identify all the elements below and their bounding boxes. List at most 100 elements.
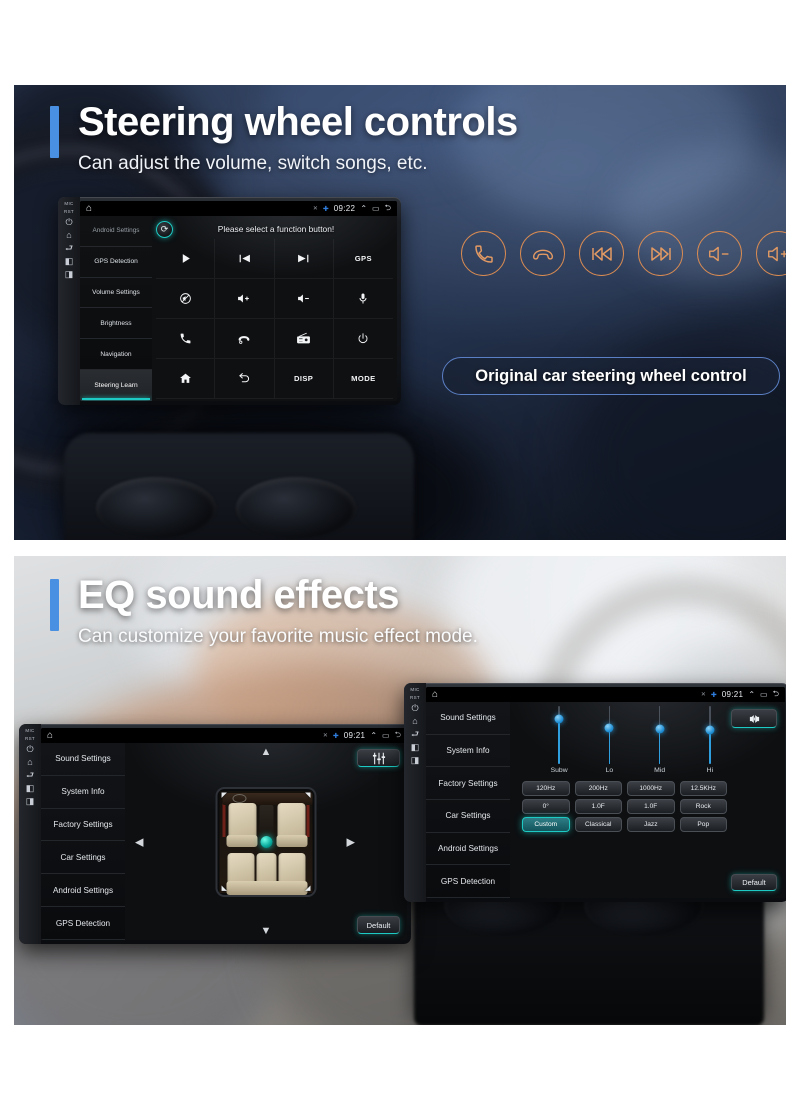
- next-button[interactable]: [274, 239, 334, 279]
- sidebar-item-car-settings[interactable]: Car Settings: [426, 800, 510, 833]
- mute-button[interactable]: [156, 279, 216, 319]
- back-icon[interactable]: ⮌: [395, 729, 401, 743]
- slider-track[interactable]: [655, 706, 665, 764]
- settings-sidebar[interactable]: Sound Settings System Info Factory Setti…: [426, 702, 510, 898]
- sidebar-item-sound-settings[interactable]: Sound Settings: [41, 743, 125, 776]
- home-icon[interactable]: ⌂: [47, 730, 53, 741]
- sidebar-item-navigation[interactable]: Navigation: [80, 339, 152, 371]
- head-unit-side-buttons[interactable]: MIC RST ⏻ ⌂ ⮐ ◧ ◨: [19, 724, 41, 944]
- power-icon[interactable]: ⏻: [65, 218, 72, 227]
- recents-icon[interactable]: ▭: [372, 204, 380, 213]
- balance-left-arrow[interactable]: ◀: [135, 835, 143, 848]
- phase-button[interactable]: 0°: [522, 799, 570, 814]
- radio-button[interactable]: [274, 319, 334, 359]
- hangup-button[interactable]: [215, 319, 275, 359]
- preset-button-pop[interactable]: Pop: [679, 817, 727, 832]
- balance-up-arrow[interactable]: ▲: [261, 746, 272, 758]
- sidebar-item-system-info[interactable]: System Info: [426, 735, 510, 768]
- sidebar-item-gps-detection[interactable]: GPS Detection: [41, 907, 125, 940]
- balance-down-arrow[interactable]: ▼: [261, 925, 272, 937]
- settings-sidebar[interactable]: Android Settings GPS Detection Volume Se…: [80, 216, 152, 401]
- reset-label[interactable]: RST: [410, 695, 420, 700]
- freq-button-hi[interactable]: 12.5KHz: [679, 781, 727, 796]
- slider-knob[interactable]: [655, 724, 665, 734]
- sidebar-item-factory-settings[interactable]: Factory Settings: [426, 767, 510, 801]
- preset-button-rock[interactable]: Rock: [679, 799, 727, 814]
- cabin-seat-diagram[interactable]: ◤ ◥ ◣ ◢: [215, 786, 317, 897]
- back-icon[interactable]: ⮌: [773, 688, 779, 702]
- slider-subw[interactable]: Subw: [534, 706, 584, 778]
- sidebar-item-android-settings[interactable]: Android Settings: [426, 833, 510, 866]
- volume-down-icon[interactable]: ◨: [65, 270, 74, 279]
- slider-knob[interactable]: [604, 723, 614, 733]
- refresh-icon[interactable]: ⟳: [156, 220, 173, 238]
- volume-down-button[interactable]: [274, 279, 334, 319]
- freq-button-lo[interactable]: 200Hz: [574, 781, 622, 796]
- balance-position-marker[interactable]: [260, 835, 272, 848]
- slider-knob[interactable]: [554, 714, 564, 724]
- back-icon[interactable]: ⮐: [65, 244, 73, 253]
- volume-up-icon[interactable]: ◧: [411, 743, 420, 752]
- head-unit-side-buttons[interactable]: MIC RST ⏻ ⌂ ⮐ ◧ ◨: [404, 683, 426, 902]
- sidebar-item-system-info[interactable]: System Info: [41, 776, 125, 809]
- preset-button-jazz[interactable]: Jazz: [627, 817, 675, 832]
- slider-track[interactable]: [604, 706, 614, 764]
- default-button[interactable]: Default: [357, 916, 400, 934]
- volume-up-icon[interactable]: ◧: [65, 257, 74, 266]
- sidebar-item-android-settings[interactable]: Android Settings: [80, 216, 152, 247]
- back-icon[interactable]: ⮐: [411, 730, 419, 739]
- home-icon[interactable]: ⌂: [86, 203, 92, 214]
- sidebar-item-android-settings[interactable]: Android Settings: [41, 874, 125, 908]
- settings-sidebar[interactable]: Sound Settings System Info Factory Setti…: [41, 743, 125, 940]
- slider-track[interactable]: [554, 706, 564, 764]
- sidebar-item-gps-detection[interactable]: GPS Detection: [426, 865, 510, 898]
- recents-icon[interactable]: ▭: [760, 690, 768, 699]
- play-button[interactable]: [156, 239, 216, 279]
- chevron-up-icon[interactable]: ⌃: [360, 204, 367, 213]
- sidebar-item-sound-settings[interactable]: Sound Settings: [426, 702, 510, 735]
- volume-down-icon[interactable]: ◨: [411, 756, 420, 765]
- volume-down-icon[interactable]: ◨: [26, 797, 35, 806]
- volume-up-icon[interactable]: ◧: [26, 784, 35, 793]
- q-factor-button-mid[interactable]: 1.0F: [627, 799, 675, 814]
- freq-button-mid[interactable]: 1000Hz: [627, 781, 675, 796]
- home-icon[interactable]: ⌂: [66, 231, 71, 240]
- slider-knob[interactable]: [705, 725, 715, 735]
- home-button[interactable]: [156, 359, 216, 399]
- power-icon[interactable]: ⏻: [26, 745, 33, 754]
- home-icon[interactable]: ⌂: [432, 689, 438, 700]
- sidebar-item-volume-settings[interactable]: Volume Settings: [80, 278, 152, 309]
- sidebar-item-steering-learn[interactable]: Steering Learn: [80, 370, 152, 401]
- equalizer-icon[interactable]: [357, 749, 400, 767]
- sidebar-item-factory-settings[interactable]: Factory Settings: [41, 809, 125, 842]
- q-factor-button-lo[interactable]: 1.0F: [574, 799, 622, 814]
- preset-button-classical[interactable]: Classical: [574, 817, 622, 832]
- previous-button[interactable]: [215, 239, 275, 279]
- home-icon[interactable]: ⌂: [412, 717, 417, 726]
- balance-right-arrow[interactable]: ▶: [347, 835, 355, 848]
- slider-lo[interactable]: Lo: [584, 706, 634, 778]
- freq-button-subw[interactable]: 120Hz: [522, 781, 570, 796]
- power-icon[interactable]: ⏻: [411, 704, 418, 713]
- sidebar-item-gps-detection[interactable]: GPS Detection: [80, 247, 152, 278]
- disp-button[interactable]: DISP: [274, 359, 334, 399]
- chevron-up-icon[interactable]: ⌃: [748, 690, 755, 699]
- call-button[interactable]: [156, 319, 216, 359]
- volume-up-button[interactable]: [215, 279, 275, 319]
- slider-mid[interactable]: Mid: [635, 706, 685, 778]
- sound-field-icon[interactable]: [731, 709, 777, 728]
- chevron-up-icon[interactable]: ⌃: [370, 731, 377, 740]
- power-button[interactable]: [333, 319, 393, 359]
- slider-track[interactable]: [705, 706, 715, 764]
- gps-button[interactable]: GPS: [333, 239, 393, 279]
- sidebar-item-car-settings[interactable]: Car Settings: [41, 841, 125, 875]
- reset-label[interactable]: RST: [25, 736, 35, 741]
- voice-button[interactable]: [333, 279, 393, 319]
- default-button[interactable]: Default: [731, 874, 777, 891]
- home-icon[interactable]: ⌂: [27, 758, 32, 767]
- recents-icon[interactable]: ▭: [382, 731, 390, 740]
- sidebar-item-brightness[interactable]: Brightness: [80, 308, 152, 340]
- mode-button[interactable]: MODE: [333, 359, 393, 399]
- back-button[interactable]: [215, 359, 275, 399]
- slider-hi[interactable]: Hi: [685, 706, 735, 778]
